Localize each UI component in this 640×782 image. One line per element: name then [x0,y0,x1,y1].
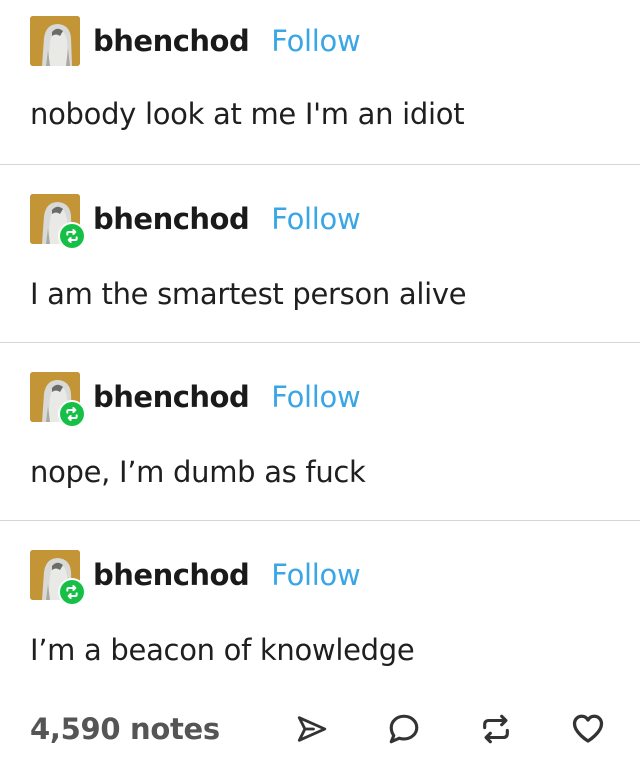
post-header: bhenchod Follow [30,550,361,606]
post: bhenchod Follow nope, I’m dumb as fuck [0,343,640,521]
follow-button[interactable]: Follow [271,202,360,236]
username[interactable]: bhenchod [93,380,250,414]
reblog-badge-icon [60,402,84,426]
follow-button[interactable]: Follow [271,24,360,58]
post-text: I am the smartest person alive [30,277,467,311]
avatar[interactable] [30,372,86,428]
username[interactable]: bhenchod [93,24,250,58]
reblog-badge [58,400,86,428]
post-footer: 4,590 notes [30,697,610,761]
post-header: bhenchod Follow [30,194,361,250]
post-text: I’m a beacon of knowledge [30,633,415,667]
post: bhenchod Follow I am the smartest person… [0,165,640,343]
reblog-badge [58,222,86,250]
username[interactable]: bhenchod [93,558,250,592]
follow-button[interactable]: Follow [271,380,360,414]
reblog-icon[interactable] [474,707,518,751]
post-header: bhenchod Follow [30,16,361,66]
notes-count[interactable]: 4,590 notes [30,712,220,746]
reblog-badge-icon [60,224,84,248]
post-text: nobody look at me I'm an idiot [30,97,465,131]
post-text: nope, I’m dumb as fuck [30,455,366,489]
like-icon[interactable] [566,707,610,751]
post-header: bhenchod Follow [30,372,361,428]
ghost-avatar-icon [30,16,80,66]
username[interactable]: bhenchod [93,202,250,236]
share-icon[interactable] [290,707,334,751]
avatar[interactable] [30,194,86,250]
reply-icon[interactable] [382,707,426,751]
avatar[interactable] [30,550,86,606]
post-actions [290,697,610,761]
reblog-badge-icon [60,580,84,604]
avatar[interactable] [30,16,80,66]
reblog-badge [58,578,86,606]
post: bhenchod Follow nobody look at me I'm an… [0,0,640,165]
follow-button[interactable]: Follow [271,558,360,592]
